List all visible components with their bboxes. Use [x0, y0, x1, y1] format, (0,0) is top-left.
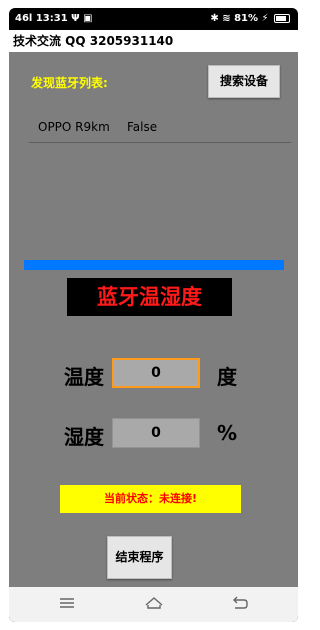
- device-paired-status: False: [127, 120, 158, 134]
- humidity-field[interactable]: 0: [112, 418, 200, 448]
- back-icon[interactable]: [232, 596, 248, 614]
- divider-bar: [24, 260, 284, 270]
- battery-fill: [276, 15, 286, 21]
- phone-frame: 46l 13:31 Ψ ▣ ✱ ≋ 81% ⚡ 技术交流 QQ 32059311…: [9, 8, 298, 622]
- app-title-bar: 技术交流 QQ 3205931140: [9, 30, 298, 52]
- device-list-header: 发现蓝牙列表:: [31, 76, 108, 90]
- battery-icon: [274, 13, 290, 23]
- temperature-field[interactable]: 0: [112, 358, 200, 388]
- status-bar: 46l 13:31 Ψ ▣ ✱ ≋ 81% ⚡: [9, 8, 298, 30]
- app-content: 发现蓝牙列表: 搜索设备 OPPO R9km False 蓝牙温湿度 温度 0 …: [9, 52, 298, 587]
- home-icon[interactable]: [145, 596, 163, 614]
- sensor-title: 蓝牙温湿度: [67, 278, 232, 316]
- connection-status: 当前状态：未连接!: [60, 485, 241, 513]
- end-program-button[interactable]: 结束程序: [107, 536, 172, 579]
- status-bar-indicators: ✱ ≋ 81% ⚡: [210, 13, 269, 24]
- menu-icon[interactable]: [59, 596, 75, 614]
- status-bar-right: ✱ ≋ 81% ⚡: [210, 13, 290, 24]
- humidity-label: 湿度: [64, 425, 104, 449]
- device-name: OPPO R9km: [38, 120, 110, 134]
- list-item[interactable]: OPPO R9km False: [29, 112, 291, 143]
- navigation-bar: [9, 587, 298, 622]
- app-title: 技术交流 QQ 3205931140: [13, 34, 174, 48]
- scan-devices-button[interactable]: 搜索设备: [208, 65, 280, 98]
- humidity-unit: %: [217, 421, 238, 445]
- status-bar-left: 46l 13:31 Ψ ▣: [15, 13, 93, 24]
- temperature-label: 温度: [64, 365, 104, 389]
- temperature-unit: 度: [217, 365, 237, 389]
